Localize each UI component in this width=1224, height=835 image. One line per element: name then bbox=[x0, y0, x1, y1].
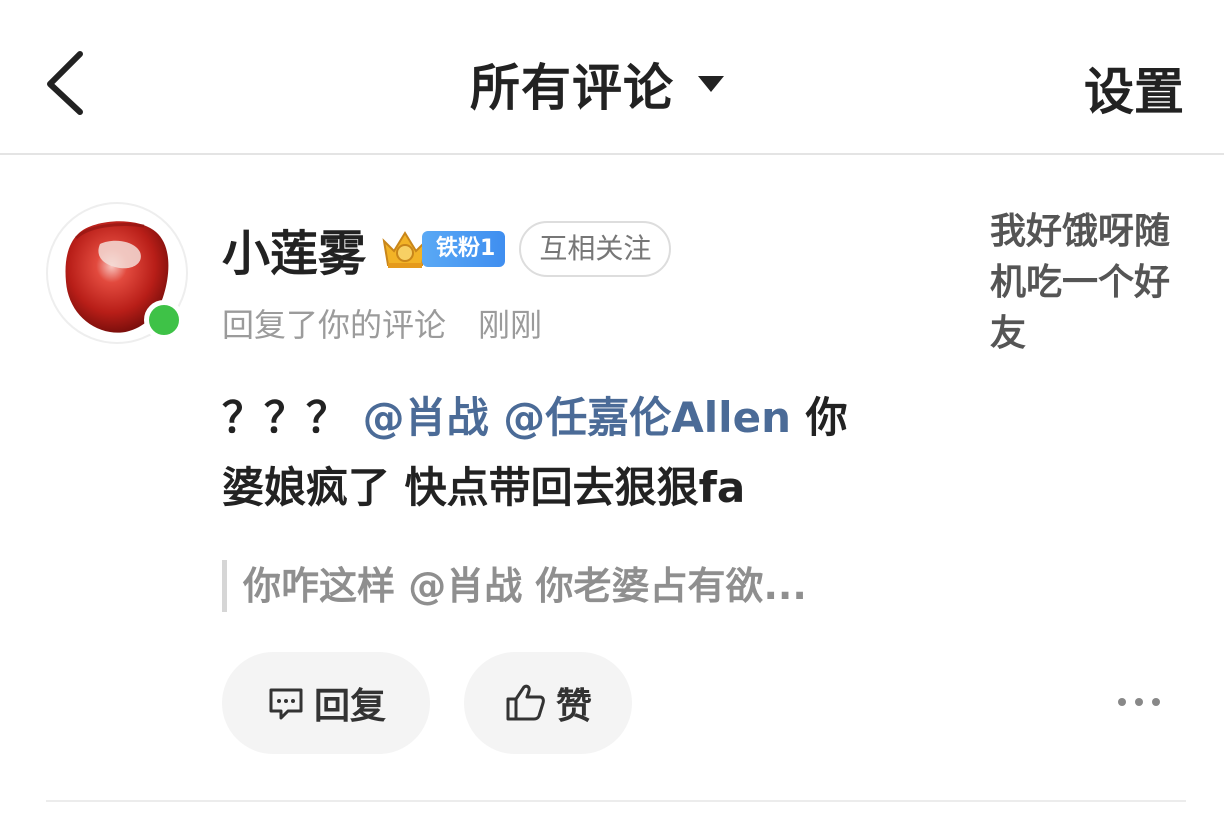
back-arrow-icon bbox=[47, 51, 83, 115]
comment-text-line1: 你 bbox=[805, 393, 848, 442]
comment-filter-dropdown[interactable]: 所有评论 bbox=[470, 52, 726, 117]
comment-meta: 回复了你的评论 刚刚 bbox=[222, 300, 542, 346]
username[interactable]: 小莲雾 bbox=[222, 214, 366, 284]
fan-level-label: 铁粉1 bbox=[422, 231, 506, 267]
caret-down-icon bbox=[696, 74, 726, 94]
timestamp: 刚刚 bbox=[478, 306, 543, 344]
user-info-row: 小莲雾 铁粉1 互相关注 bbox=[222, 214, 672, 284]
action-text: 回复了你的评论 bbox=[222, 306, 447, 344]
divider bbox=[46, 800, 1186, 802]
online-status-dot bbox=[144, 300, 184, 340]
top-nav-bar: 所有评论 设置 bbox=[0, 0, 1224, 155]
reply-button[interactable]: 回复 bbox=[222, 652, 430, 754]
reply-label: 回复 bbox=[313, 686, 386, 727]
like-label: 赞 bbox=[555, 686, 592, 727]
settings-button[interactable]: 设置 bbox=[1084, 52, 1184, 124]
page-title: 所有评论 bbox=[470, 59, 674, 117]
comment-notification-page: 所有评论 设置 小莲雾 铁粉1 互相关注 回复了你的评论 刚刚 ？？？ @肖战 … bbox=[0, 0, 1224, 835]
thumbs-up-icon bbox=[506, 684, 545, 721]
follow-status-tag: 互相关注 bbox=[519, 221, 672, 277]
mention-link[interactable]: @任嘉伦Allen bbox=[503, 393, 791, 442]
quoted-comment[interactable]: 你咋这样 @肖战 你老婆占有欲... bbox=[222, 560, 807, 612]
like-button[interactable]: 赞 bbox=[464, 652, 632, 754]
fan-badge[interactable]: 铁粉1 bbox=[380, 227, 506, 271]
more-icon bbox=[1118, 698, 1160, 706]
more-button[interactable] bbox=[1112, 690, 1166, 714]
comment-body[interactable]: ？？？ @肖战 @任嘉伦Allen 你 婆娘疯了 快点带回去狠狠fa bbox=[222, 383, 922, 523]
back-button[interactable] bbox=[38, 48, 94, 118]
comment-icon bbox=[269, 688, 303, 720]
comment-prefix: ？？？ bbox=[222, 393, 349, 442]
mention-link[interactable]: @肖战 bbox=[363, 393, 489, 442]
comment-text-line2: 婆娘疯了 快点带回去狠狠fa bbox=[222, 463, 746, 512]
original-post-excerpt[interactable]: 我好饿呀随机吃一个好友 bbox=[990, 206, 1190, 359]
